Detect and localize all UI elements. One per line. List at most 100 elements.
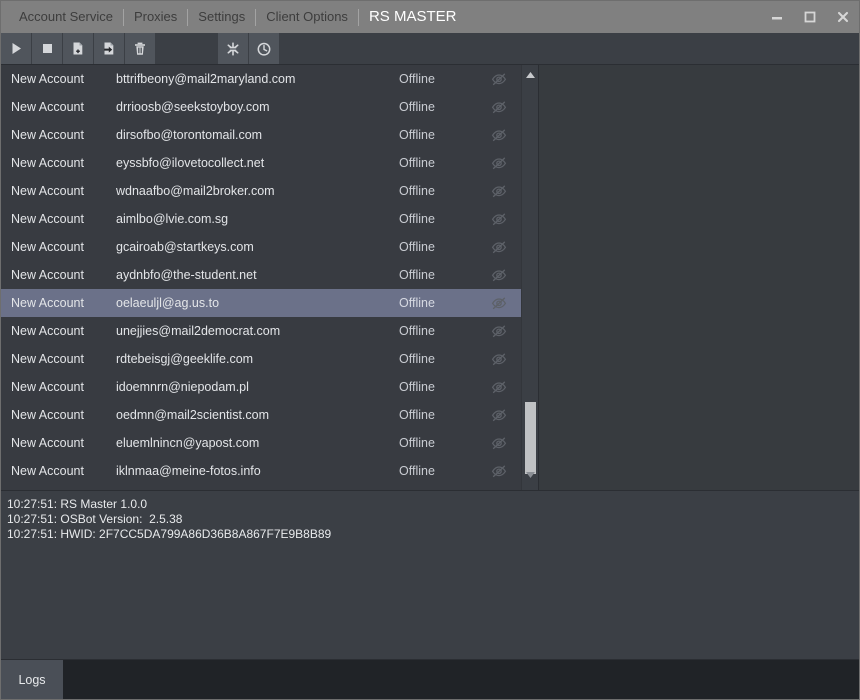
eye-hidden-icon [491,353,507,366]
table-row[interactable]: New Account eluemlnincn@yapost.com Offline [1,429,521,457]
eye-hidden-icon [491,381,507,394]
stop-button[interactable] [32,33,63,64]
table-row[interactable]: New Account oedmn@mail2scientist.com Offli… [1,401,521,429]
title-bar: Account Service Proxies Settings Client … [1,1,859,33]
account-email: oedmn@mail2scientist.com [116,408,270,422]
visibility-toggle[interactable] [477,295,521,311]
account-email: eluemlnincn@yapost.com [116,436,260,450]
table-row[interactable]: New Account gcairoab@startkeys.com Offline [1,233,521,261]
visibility-toggle[interactable] [477,127,521,143]
status-badge: Offline [399,268,435,282]
chevron-down-icon [525,471,535,478]
visibility-toggle[interactable] [477,407,521,423]
status-badge: Offline [399,296,435,310]
eye-hidden-icon [491,185,507,198]
visibility-toggle[interactable] [477,379,521,395]
minimize-icon [771,17,782,20]
start-button[interactable] [1,33,32,64]
account-name: New Account [11,212,84,226]
eye-hidden-icon [491,213,507,226]
log-output: 10:27:51: RS Master 1.0.0 10:27:51: OSBot… [1,490,859,659]
eye-hidden-icon [491,73,507,86]
table-row[interactable]: New Account eyssbfo@ilovetocollect.net Off… [1,149,521,177]
visibility-toggle[interactable] [477,239,521,255]
table-row[interactable]: New Account idoemnrn@niepodam.pl Offline [1,373,521,401]
account-name: New Account [11,240,84,254]
close-button[interactable] [826,1,859,33]
log-line: 10:27:51: RS Master 1.0.0 [7,497,148,511]
visibility-toggle[interactable] [477,323,521,339]
window-controls [760,1,859,33]
account-email: idoemnrn@niepodam.pl [116,380,249,394]
account-list-scrollbar[interactable] [521,65,538,490]
account-table: New Account bttrifbeony@mail2maryland.com… [1,65,521,490]
visibility-toggle[interactable] [477,99,521,115]
visibility-toggle[interactable] [477,155,521,171]
account-email: dirsofbo@torontomail.com [116,128,263,142]
eye-hidden-icon [491,129,507,142]
account-name: New Account [11,352,84,366]
table-row[interactable]: New Account oelaeuljl@ag.us.to Offline [1,289,521,317]
status-badge: Offline [399,156,435,170]
visibility-toggle[interactable] [477,211,521,227]
menu-item-client-options[interactable]: Client Options [256,1,358,33]
account-name: New Account [11,184,84,198]
tools-button[interactable] [218,33,249,64]
delete-account-button[interactable] [125,33,156,64]
app-title: RS MASTER [368,8,457,25]
visibility-toggle[interactable] [477,71,521,87]
status-badge: Offline [399,436,435,450]
account-email: iklnmaa@meine-fotos.info [116,464,261,478]
status-badge: Offline [399,72,435,86]
detail-pane [539,65,859,490]
visibility-toggle[interactable] [477,183,521,199]
menu-item-account-service[interactable]: Account Service [9,1,123,33]
visibility-toggle[interactable] [477,463,521,479]
tab-bar-empty-area [63,660,859,699]
account-name: New Account [11,296,84,310]
account-email: eyssbfo@ilovetocollect.net [116,156,265,170]
account-name: New Account [11,324,84,338]
table-row[interactable]: New Account rdtebeisgj@geeklife.com Offlin… [1,345,521,373]
menu-item-proxies[interactable]: Proxies [124,1,187,33]
import-accounts-button[interactable] [94,33,125,64]
account-email: bttrifbeony@mail2maryland.com [116,72,296,86]
scroll-down-button[interactable] [522,467,538,482]
log-line: 10:27:51: OSBot Version: 2.5.38 [7,512,183,526]
trash-icon [135,42,145,55]
table-row[interactable]: New Account iklnmaa@meine-fotos.info Offli… [1,457,521,485]
close-icon [837,11,848,23]
account-name: New Account [11,408,84,422]
table-row[interactable]: New Account drrioosb@seekstoyboy.com Offli… [1,93,521,121]
toolbar-empty-area [280,33,859,64]
table-row[interactable]: New Account aimlbo@lvie.com.sg Offline [1,205,521,233]
table-row[interactable]: New Account aydnbfo@the-student.net Offlin… [1,261,521,289]
scrollbar-thumb[interactable] [525,402,536,474]
account-name: New Account [11,156,84,170]
add-account-button[interactable] [63,33,94,64]
table-row[interactable]: New Account wdnaafbo@mail2broker.com Offli… [1,177,521,205]
table-row[interactable]: New Account unejjies@mail2democrat.com Off… [1,317,521,345]
account-name: New Account [11,464,84,478]
scheduler-button[interactable] [249,33,280,64]
status-badge: Offline [399,380,435,394]
account-name: New Account [11,268,84,282]
maximize-button[interactable] [793,1,826,33]
eye-hidden-icon [491,269,507,282]
visibility-toggle[interactable] [477,267,521,283]
account-email: unejjies@mail2democrat.com [116,324,281,338]
table-row[interactable]: New Account bttrifbeony@mail2maryland.com… [1,65,521,93]
menu-item-settings[interactable]: Settings [188,1,255,33]
eye-hidden-icon [491,437,507,450]
table-row[interactable]: New Account dirsofbo@torontomail.com Offli… [1,121,521,149]
eye-hidden-icon [491,409,507,422]
tab-logs[interactable]: Logs [1,660,63,699]
scroll-up-button[interactable] [522,67,538,82]
eye-hidden-icon [491,241,507,254]
visibility-toggle[interactable] [477,351,521,367]
minimize-button[interactable] [760,1,793,33]
eye-hidden-icon [491,101,507,114]
play-icon [12,43,21,54]
account-email: oelaeuljl@ag.us.to [116,296,220,310]
visibility-toggle[interactable] [477,435,521,451]
